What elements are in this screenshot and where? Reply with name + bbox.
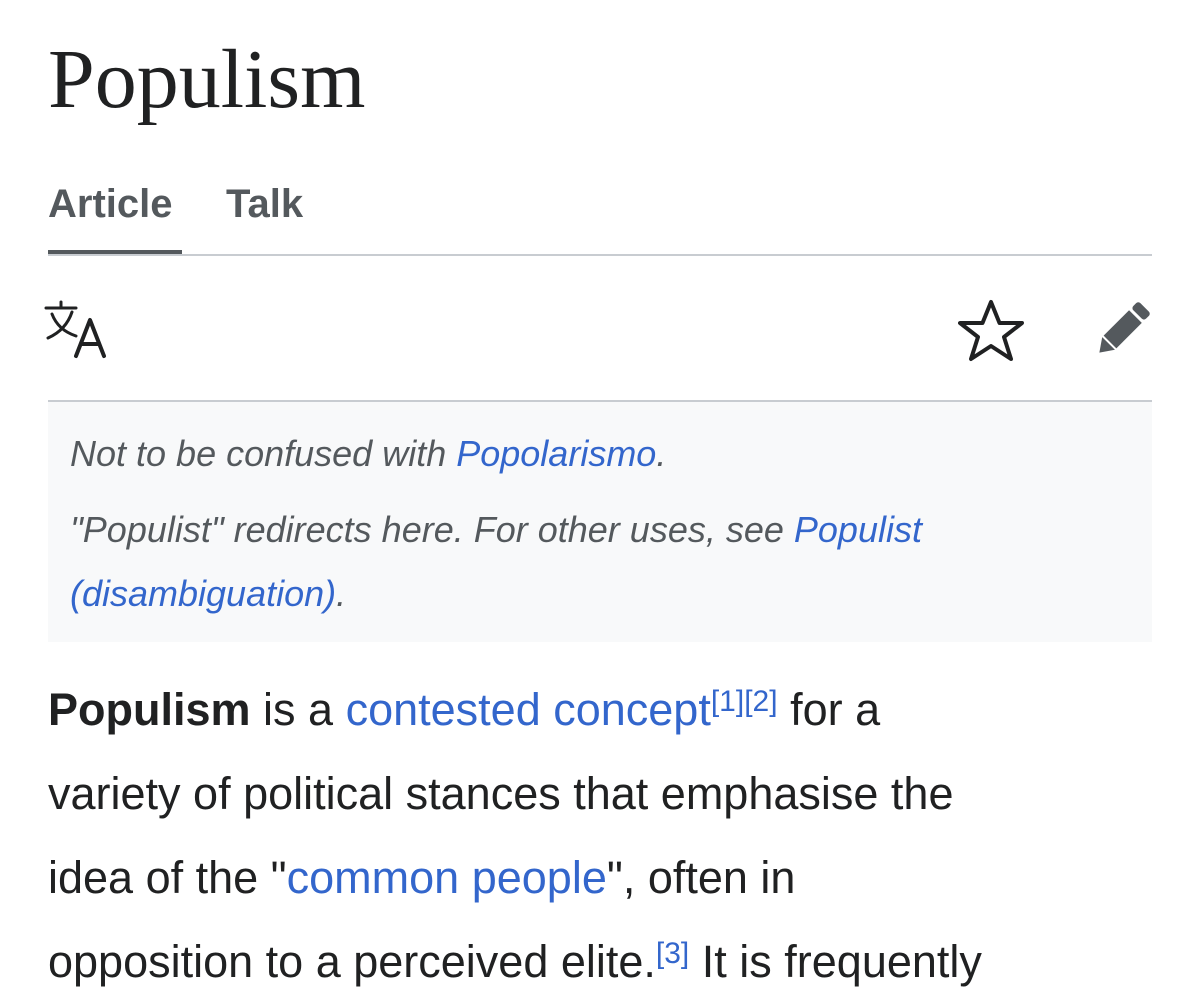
body-text: ", often in [606, 852, 796, 903]
page-tabs: Article Talk [48, 176, 1152, 256]
hatnote-redirect-continued: (disambiguation). [70, 572, 346, 616]
article-paragraph-line: opposition to a perceived elite.[3] It i… [48, 934, 982, 990]
star-icon[interactable] [958, 298, 1024, 364]
link-contested-concept[interactable]: contested concept [346, 684, 711, 735]
reference-3[interactable]: [3] [656, 937, 689, 970]
bold-term: Populism [48, 684, 251, 735]
page-title: Populism [48, 33, 366, 126]
hatnote-text: . [336, 573, 347, 614]
article-paragraph-line: idea of the "common people", often in [48, 850, 795, 906]
body-text: opposition to a perceived elite. [48, 936, 656, 987]
hatnote-confused-with: Not to be confused with Popolarismo. [70, 432, 666, 476]
translate-icon[interactable] [44, 300, 114, 360]
tabs-divider [48, 254, 1152, 256]
body-text: for a [777, 684, 881, 735]
reference-2[interactable]: [2] [744, 685, 777, 718]
pencil-icon[interactable] [1090, 298, 1154, 362]
body-text: idea of the " [48, 852, 287, 903]
reference-1[interactable]: [1] [711, 685, 744, 718]
hatnote: Not to be confused with Popolarismo. "Po… [48, 400, 1152, 642]
article-paragraph-line: variety of political stances that emphas… [48, 768, 954, 819]
link-populist-disambiguation[interactable]: Populist [794, 509, 922, 550]
link-popolarismo[interactable]: Popolarismo [456, 433, 656, 474]
link-common-people[interactable]: common people [287, 852, 607, 903]
article-paragraph-line: Populism is a contested concept[1][2] fo… [48, 682, 880, 738]
hatnote-text: . [656, 433, 667, 474]
body-text: is a [250, 684, 346, 735]
tab-talk[interactable]: Talk [226, 176, 303, 232]
hatnote-text: Not to be confused with [70, 433, 457, 474]
hatnote-text: "Populist" redirects here. For other use… [70, 509, 794, 550]
link-populist-disambiguation[interactable]: (disambiguation) [70, 573, 336, 614]
hatnote-redirect: "Populist" redirects here. For other use… [70, 508, 922, 552]
tab-article[interactable]: Article [48, 176, 173, 232]
body-text: It is frequently [689, 936, 982, 987]
